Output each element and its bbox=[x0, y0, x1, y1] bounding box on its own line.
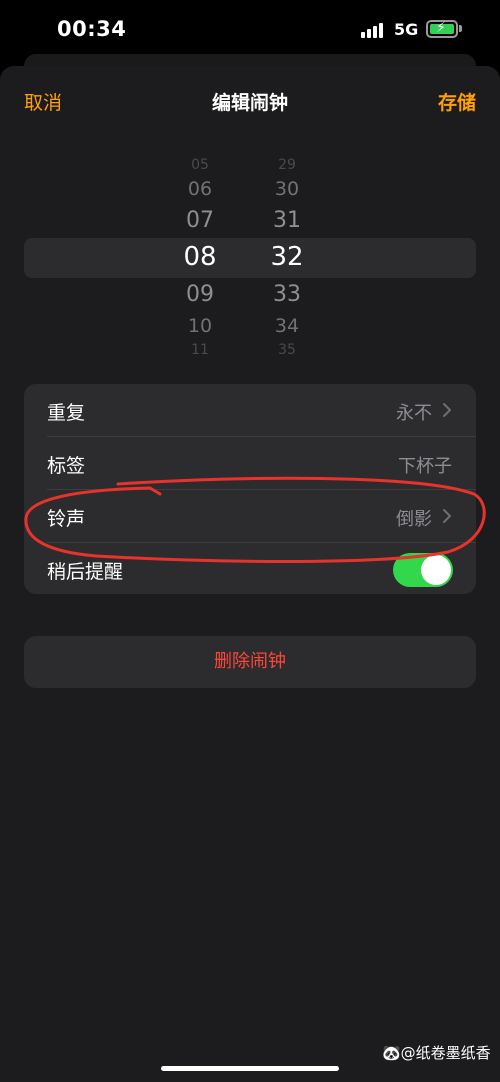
toggle-knob bbox=[421, 555, 451, 585]
status-bar: 00:34 5G ⚡ bbox=[0, 0, 500, 60]
hour-option-selected[interactable]: 08 bbox=[170, 242, 230, 272]
repeat-row[interactable]: 重复 永不 bbox=[24, 384, 476, 436]
sound-row[interactable]: 铃声 倒影 bbox=[24, 490, 476, 542]
network-type: 5G bbox=[394, 20, 419, 39]
label-row-label: 标签 bbox=[47, 455, 86, 477]
minute-option[interactable]: 35 bbox=[257, 342, 317, 356]
snooze-toggle[interactable] bbox=[393, 553, 453, 587]
minute-picker-wheel[interactable]: 29 30 31 32 33 34 35 bbox=[257, 150, 317, 360]
chevron-right-icon bbox=[443, 403, 451, 417]
snooze-label: 稍后提醒 bbox=[47, 561, 124, 583]
save-button[interactable]: 存储 bbox=[438, 88, 476, 115]
alarm-settings-group: 重复 永不 标签 下杯子 铃声 倒影 稍后提醒 bbox=[24, 384, 476, 594]
repeat-label: 重复 bbox=[47, 402, 86, 424]
home-indicator[interactable] bbox=[161, 1066, 339, 1071]
page-title: 编辑闹钟 bbox=[211, 92, 288, 114]
repeat-value: 永不 bbox=[396, 403, 432, 424]
minute-option[interactable]: 31 bbox=[257, 208, 317, 233]
minute-option[interactable]: 29 bbox=[257, 157, 317, 171]
watermark: 🐼@纸卷墨纸香 bbox=[382, 1044, 491, 1062]
sound-value: 倒影 bbox=[396, 509, 432, 530]
chevron-right-icon bbox=[443, 509, 451, 523]
battery-cap bbox=[459, 25, 462, 32]
minute-option-selected[interactable]: 32 bbox=[257, 242, 317, 272]
hour-option[interactable]: 06 bbox=[170, 178, 230, 200]
label-row[interactable]: 标签 下杯子 bbox=[24, 437, 476, 489]
minute-option[interactable]: 34 bbox=[257, 315, 317, 337]
picker-selection-band bbox=[24, 238, 476, 278]
sound-label: 铃声 bbox=[47, 508, 86, 530]
snooze-row: 稍后提醒 bbox=[24, 543, 476, 594]
hour-option[interactable]: 07 bbox=[170, 208, 230, 233]
hour-option[interactable]: 10 bbox=[170, 315, 230, 337]
hour-option[interactable]: 09 bbox=[170, 282, 230, 307]
label-row-value: 下杯子 bbox=[398, 456, 452, 477]
minute-option[interactable]: 30 bbox=[257, 178, 317, 200]
signal-bars-icon bbox=[361, 22, 385, 38]
minute-option[interactable]: 33 bbox=[257, 282, 317, 307]
hour-option[interactable]: 11 bbox=[170, 342, 230, 356]
hour-option[interactable]: 05 bbox=[170, 157, 230, 171]
hour-picker-wheel[interactable]: 05 06 07 08 09 10 11 bbox=[170, 150, 230, 360]
delete-alarm-button[interactable]: 删除闹钟 bbox=[24, 636, 476, 688]
status-time: 00:34 bbox=[57, 17, 127, 41]
charging-bolt-icon: ⚡ bbox=[436, 20, 446, 36]
